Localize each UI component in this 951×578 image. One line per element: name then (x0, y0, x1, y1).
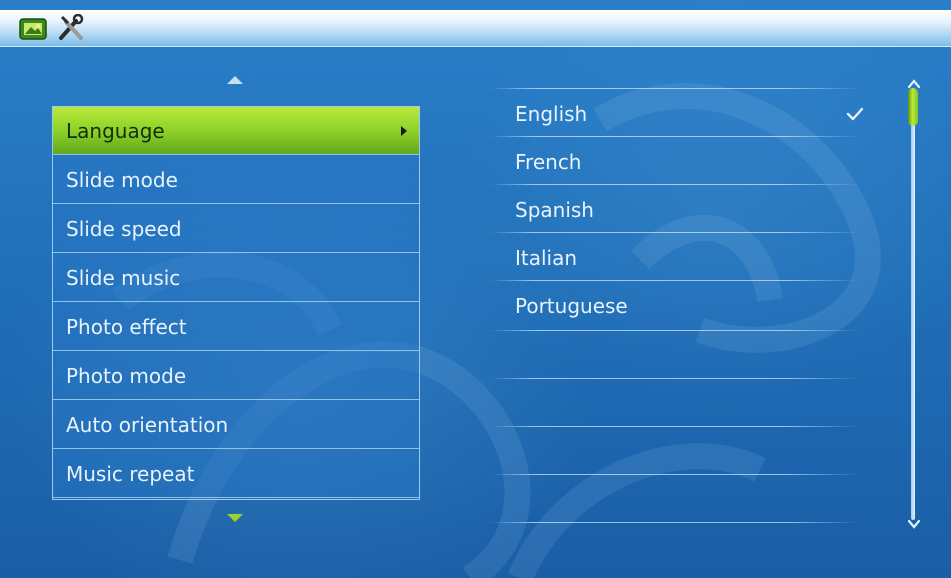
option-divider (490, 88, 860, 89)
menu-item-music-repeat[interactable]: Music repeat (53, 450, 419, 498)
menu-scroll-up-arrow[interactable] (227, 76, 243, 84)
scroll-down-chevron-icon[interactable] (906, 518, 922, 532)
settings-menu: Language Slide mode Slide speed Slide mu… (52, 106, 420, 500)
menu-item-label: Photo mode (66, 364, 187, 388)
menu-item-slide-speed[interactable]: Slide speed (53, 205, 419, 253)
option-divider (490, 280, 860, 281)
menu-item-label: Music repeat (66, 462, 195, 486)
option-label: Portuguese (515, 294, 628, 318)
menu-item-label: Slide music (66, 266, 181, 290)
menu-item-label: Language (66, 119, 165, 143)
option-label: French (515, 150, 582, 174)
option-divider (490, 474, 860, 475)
menu-item-label: Slide mode (66, 168, 178, 192)
photo-icon[interactable] (18, 14, 48, 42)
option-label: Spanish (515, 198, 594, 222)
tools-icon[interactable] (56, 14, 86, 42)
checkmark-icon (846, 107, 864, 121)
menu-item-label: Auto orientation (66, 413, 229, 437)
language-option-english[interactable]: English (490, 92, 860, 140)
menu-item-label: Slide speed (66, 217, 182, 241)
option-label: Italian (515, 246, 578, 270)
option-divider (490, 378, 860, 379)
option-divider (490, 330, 860, 331)
menu-item-slide-music[interactable]: Slide music (53, 254, 419, 302)
top-toolbar (0, 10, 951, 47)
language-option-french[interactable]: French (490, 140, 860, 188)
language-option-portuguese[interactable]: Portuguese (490, 284, 860, 332)
menu-item-label: Photo effect (66, 315, 187, 339)
option-divider (490, 136, 860, 137)
scrollbar-thumb[interactable] (908, 88, 918, 126)
submenu-arrow-icon (401, 126, 407, 136)
option-divider (490, 232, 860, 233)
language-option-italian[interactable]: Italian (490, 236, 860, 284)
option-label: English (515, 102, 588, 126)
menu-item-photo-effect[interactable]: Photo effect (53, 303, 419, 351)
settings-screen: Language Slide mode Slide speed Slide mu… (0, 0, 951, 578)
option-divider (490, 426, 860, 427)
option-divider (490, 522, 860, 523)
menu-item-photo-mode[interactable]: Photo mode (53, 352, 419, 400)
language-option-spanish[interactable]: Spanish (490, 188, 860, 236)
scrollbar-track[interactable] (911, 100, 915, 520)
menu-scroll-down-arrow[interactable] (227, 514, 243, 522)
menu-item-auto-orientation[interactable]: Auto orientation (53, 401, 419, 449)
menu-item-language[interactable]: Language (53, 107, 419, 155)
option-divider (490, 184, 860, 185)
menu-item-slide-mode[interactable]: Slide mode (53, 156, 419, 204)
